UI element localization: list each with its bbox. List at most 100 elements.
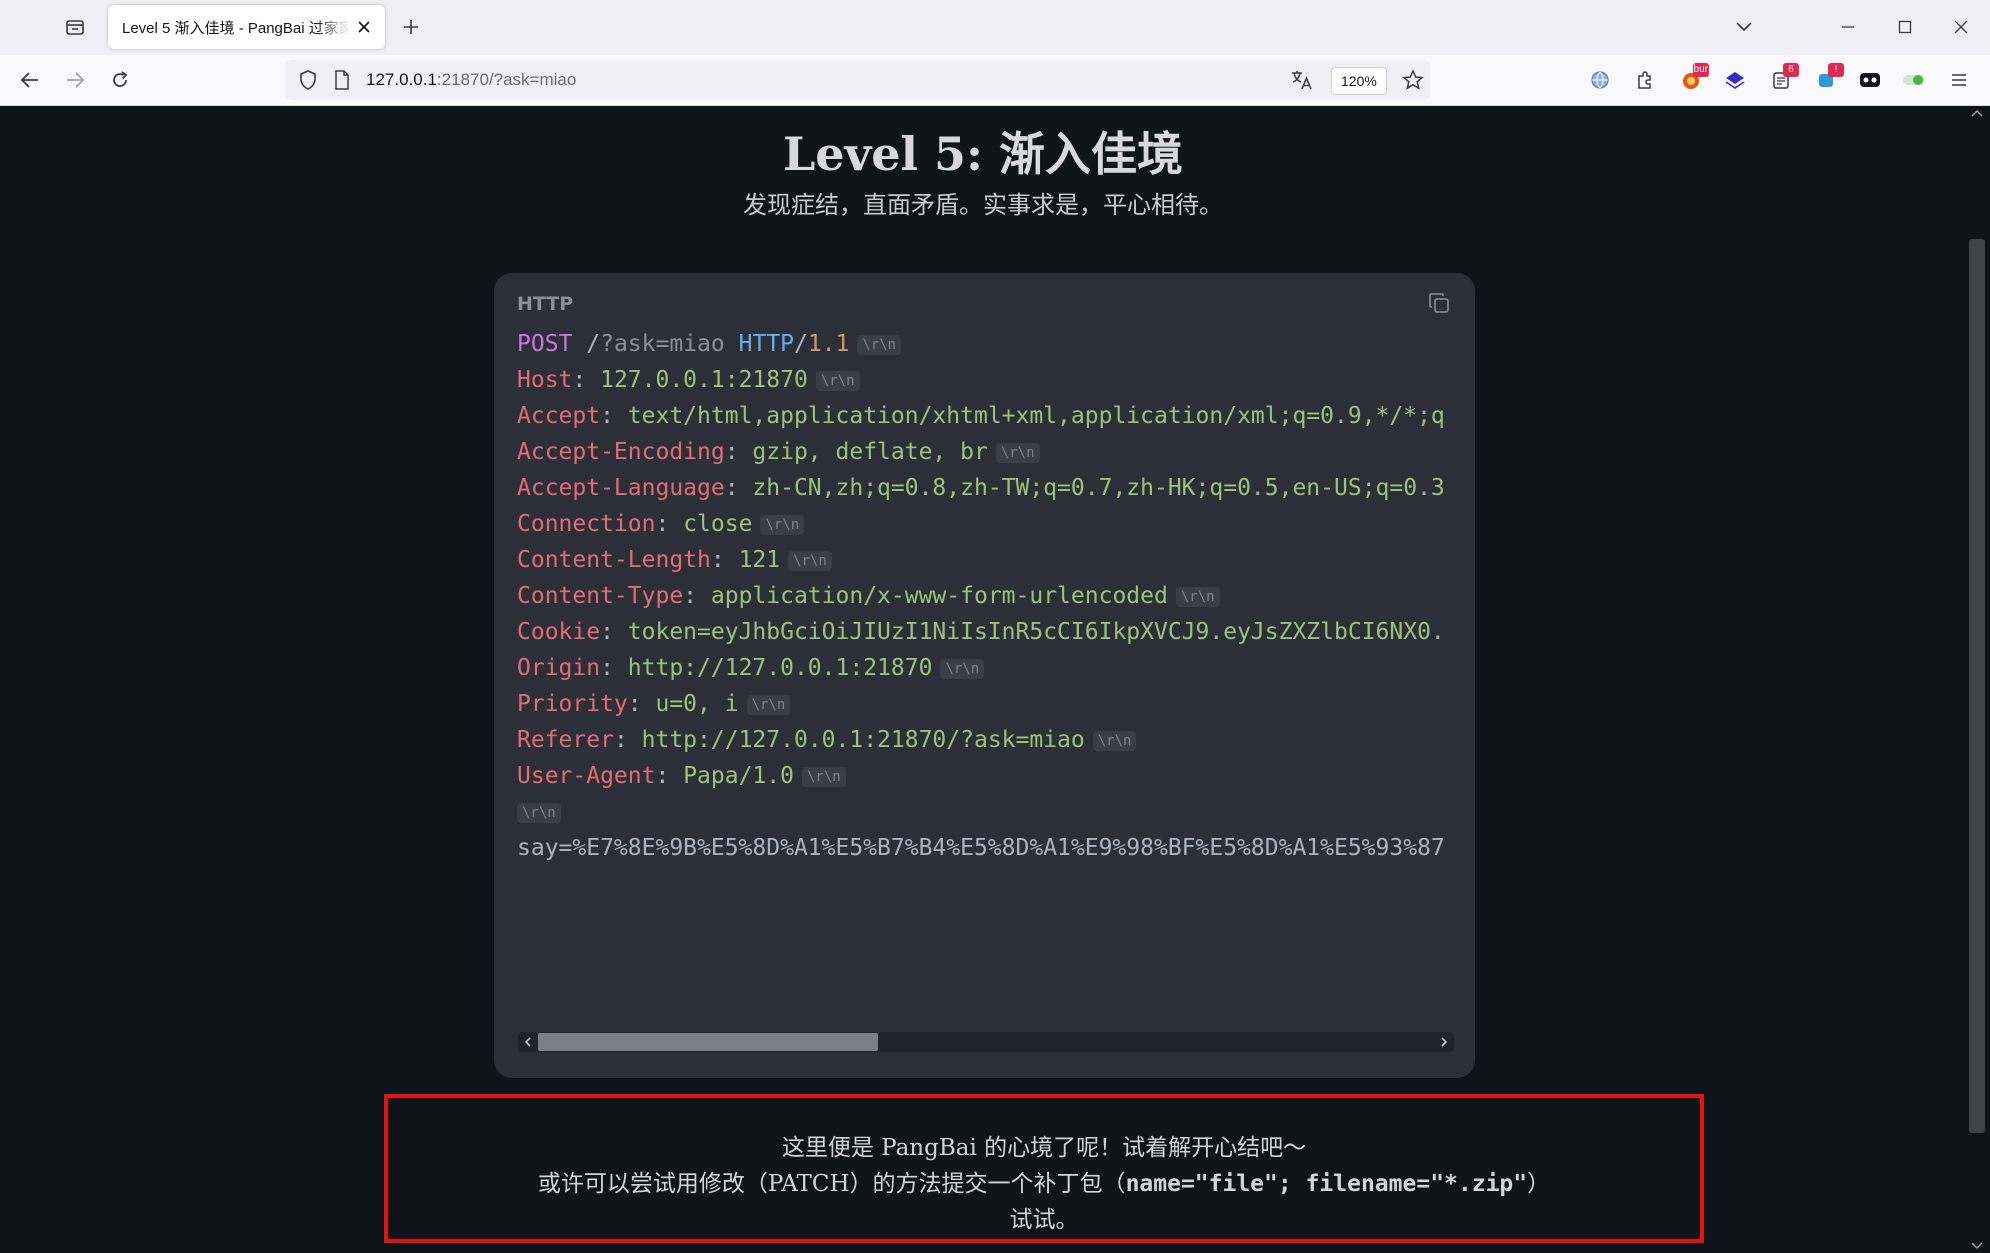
url-bar[interactable]: 127.0.0.1:21870/?ask=miao 120% [286,60,1430,100]
hint-line-2: 或许可以尝试用修改（PATCH）的方法提交一个补丁包（name="file"; … [388,1166,1700,1202]
tab-list-button[interactable] [62,14,88,40]
translate-icon[interactable] [1290,69,1314,91]
reload-button[interactable] [104,65,136,95]
page-icon[interactable] [334,70,350,90]
request-query: ?ask=miao [600,331,725,357]
tab-close-button[interactable] [355,18,373,36]
mask-extension-icon[interactable] [1856,66,1884,94]
header-separator: : [600,619,628,645]
header-key: Priority [517,691,628,717]
header-value: http://127.0.0.1:21870/?ask=miao [641,727,1085,753]
header-key: Accept-Language [517,475,725,501]
url-text[interactable]: 127.0.0.1:21870/?ask=miao [366,70,576,90]
close-icon [1954,20,1968,34]
header-separator: : [600,403,628,429]
burp-extension-icon[interactable]: bur [1677,63,1709,94]
crlf-marker: \r\n [1175,586,1220,607]
shield-icon[interactable] [299,70,317,90]
header-separator: : [724,439,753,465]
crlf-marker: \r\n [1092,730,1137,751]
chevron-down-icon[interactable] [1971,1241,1983,1251]
url-path: :21870/?ask=miao [436,70,577,89]
puzzle-extensions-icon-glyph [1638,71,1651,89]
header-separator: : [724,475,753,501]
page-content: Level 5: 渐入佳境 发现症结，直面矛盾。实事求是，平心相待。 HTTP … [0,106,1990,1253]
notes-extension-icon[interactable]: 6 [1767,63,1799,94]
page-subtitle: 发现症结，直面矛盾。实事求是，平心相待。 [743,191,1223,219]
scroll-left-button[interactable] [518,1032,538,1052]
request-line: POST /?ask=miao HTTP/1.1 \r\n [517,326,1453,362]
http-version-name: HTTP [738,331,794,357]
header-separator: : [710,547,739,573]
menu-icon-glyph [1952,74,1966,86]
forward-button[interactable] [59,65,91,95]
header-line: Accept: text/html,application/xhtml+xml,… [517,398,1453,434]
puzzle-extensions-icon[interactable] [1631,66,1659,94]
header-value: http://127.0.0.1:21870 [627,655,933,681]
close-window-button[interactable] [1943,10,1979,44]
header-line: Cookie: token=eyJhbGciOiJIUzI1NiIsInR5cC… [517,614,1453,650]
menu-icon[interactable] [1945,66,1973,94]
zoom-level-button[interactable]: 120% [1331,67,1387,95]
minimize-icon [1842,26,1854,28]
page-scrollbar-thumb[interactable] [1969,239,1985,1133]
header-line: Priority: u=0, i \r\n [517,686,1453,722]
crlf-marker: \r\n [788,550,832,571]
hint-text: 这里便是 PangBai 的心境了呢！试着解开心结吧～ 或许可以尝试用修改（PA… [388,1130,1700,1238]
tab-title: Level 5 渐入佳境 - PangBai 过家家 [122,19,350,37]
layers-extension-icon[interactable] [1721,66,1749,94]
header-key: Content-Type [517,583,684,609]
tab-list-icon [66,20,84,35]
crlf-marker: \r\n [815,370,860,391]
new-tab-button[interactable] [398,14,424,40]
hint-line-2-suffix: ） [1527,1171,1551,1197]
http-method: POST [517,331,573,357]
alert-extension-icon[interactable]: ! [1812,63,1844,94]
scroll-right-button[interactable] [1434,1032,1454,1052]
page-vertical-scrollbar[interactable] [1966,106,1990,1253]
header-line: Host: 127.0.0.1:21870 \r\n [517,362,1453,398]
request-body: say=%E7%8E%9B%E5%8D%A1%E5%B7%B4%E5%8D%A1… [517,835,1445,861]
header-value: application/x-www-form-urlencoded [710,583,1168,609]
header-key: Cookie [517,619,601,645]
page-title: Level 5: 渐入佳境 [782,127,1184,181]
arrow-right-icon [67,72,85,88]
header-key: User-Agent [517,763,656,789]
horizontal-scrollbar-thumb[interactable] [538,1033,878,1051]
header-value: close [683,511,753,537]
header-key: Referer [517,727,614,753]
header-value: u=0, i [655,691,739,717]
header-key: Connection [517,511,656,537]
crlf-marker: \r\n [940,658,985,679]
header-separator: : [627,691,656,717]
minimize-button[interactable] [1830,10,1866,44]
header-line: Accept-Encoding: gzip, deflate, br \r\n [517,434,1453,470]
copy-button[interactable] [1425,289,1453,317]
header-line: Connection: close \r\n [517,506,1453,542]
hint-line-2-prefix: 或许可以尝试用修改（PATCH）的方法提交一个补丁包（ [537,1171,1126,1197]
hint-filename-code: name="file"; filename="*.zip" [1125,1171,1528,1197]
mask-extension-icon-glyph [1860,73,1880,87]
maximize-button[interactable] [1887,10,1923,44]
horizontal-scrollbar[interactable] [518,1032,1454,1052]
crlf-marker: \r\n [801,766,846,787]
header-line: Content-Length: 121 \r\n [517,542,1453,578]
header-line: Content-Type: application/x-www-form-url… [517,578,1453,614]
header-value: 127.0.0.1:21870 [600,367,808,393]
list-all-tabs-button[interactable] [1726,10,1762,44]
hint-line-3: 试试。 [1009,1207,1079,1233]
code-body[interactable]: POST /?ask=miao HTTP/1.1 \r\n Host: 127.0… [517,326,1453,976]
star-bookmark-icon[interactable] [1402,69,1424,91]
crlf-marker: \r\n [760,514,805,535]
back-button[interactable] [14,65,46,95]
crlf-marker: \r\n [857,334,902,355]
green-toggle-extension-icon[interactable] [1900,66,1928,94]
chevron-up-icon[interactable] [1971,108,1983,118]
tab-level5[interactable]: Level 5 渐入佳境 - PangBai 过家家 [108,5,385,49]
globe-extension-icon[interactable] [1586,66,1614,94]
maximize-icon [1898,20,1912,34]
header-value: 121 [738,547,781,573]
plus-icon [404,20,418,34]
close-icon [358,21,370,33]
header-separator: : [655,511,684,537]
